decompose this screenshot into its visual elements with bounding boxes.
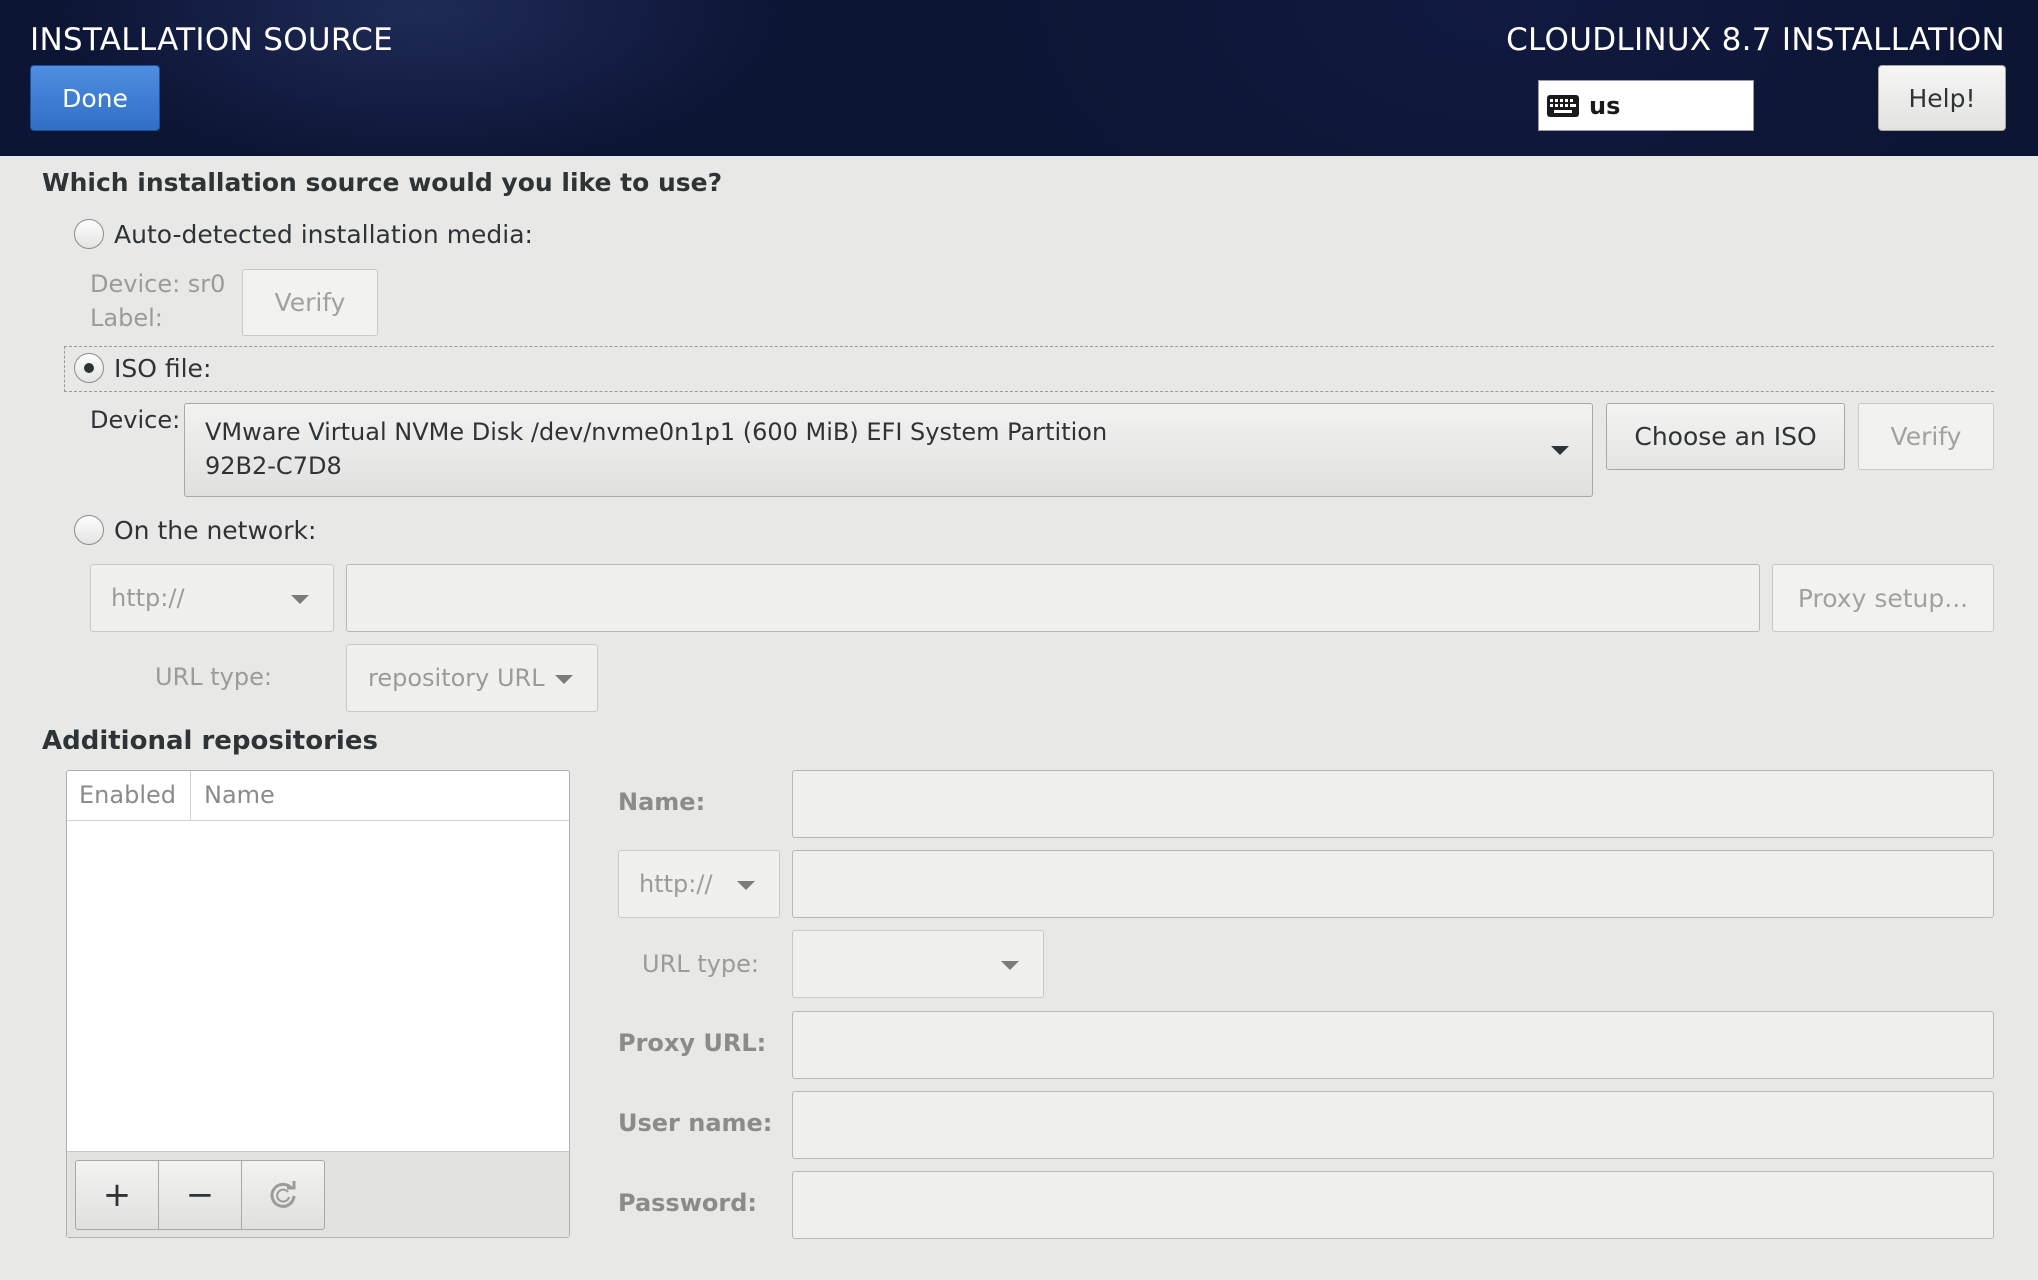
iso-device-line1: VMware Virtual NVMe Disk /dev/nvme0n1p1 … [205,418,1108,446]
add-repo-button[interactable]: + [75,1160,159,1230]
iso-device-dropdown[interactable]: VMware Virtual NVMe Disk /dev/nvme0n1p1 … [184,403,1593,497]
header-bar: INSTALLATION SOURCE CLOUDLINUX 8.7 INSTA… [0,0,2038,156]
auto-detected-label[interactable]: Auto-detected installation media: [114,220,533,249]
network-url-type-value: repository URL [368,664,545,692]
iso-file-label[interactable]: ISO file: [114,354,211,383]
plus-icon: + [102,1175,132,1215]
keyboard-layout-indicator[interactable]: us [1538,80,1754,131]
network-protocol-dropdown[interactable]: http:// [90,564,334,632]
chevron-down-icon [291,595,309,604]
proxy-url-input[interactable] [792,1011,1994,1079]
user-name-input[interactable] [792,1091,1994,1159]
iso-file-radio[interactable] [74,353,104,383]
repo-name-label: Name: [618,788,706,816]
network-radio[interactable] [74,515,104,545]
product-title: CLOUDLINUX 8.7 INSTALLATION [1506,22,2005,58]
iso-verify-button[interactable]: Verify [1858,403,1994,470]
iso-focus-frame [64,346,1994,392]
reset-repos-button[interactable] [241,1160,325,1230]
page-title: INSTALLATION SOURCE [30,22,394,58]
repo-list[interactable]: Enabled Name + − [66,770,570,1238]
done-button[interactable]: Done [30,65,160,131]
repo-url-type-label: URL type: [642,950,759,978]
repo-protocol-dropdown[interactable]: http:// [618,850,780,918]
additional-repos-heading: Additional repositories [42,726,378,756]
iso-device-label: Device: [90,406,181,434]
network-url-input[interactable] [346,564,1760,632]
column-name[interactable]: Name [204,781,275,809]
repo-url-input[interactable] [792,850,1994,918]
refresh-icon [270,1181,296,1208]
repo-name-input[interactable] [792,770,1994,838]
auto-verify-button[interactable]: Verify [242,269,378,336]
repo-toolbar: + − [67,1151,569,1237]
chevron-down-icon [1551,446,1569,455]
repo-protocol-value: http:// [639,870,713,898]
column-enabled[interactable]: Enabled [79,781,176,809]
help-button[interactable]: Help! [1878,65,2006,131]
password-label: Password: [618,1189,757,1217]
keyboard-icon [1547,94,1579,117]
network-url-type-label: URL type: [155,663,272,691]
iso-device-line2: 92B2-C7D8 [205,452,342,480]
network-url-type-dropdown[interactable]: repository URL [346,644,598,712]
password-input[interactable] [792,1171,1994,1239]
user-name-label: User name: [618,1109,773,1137]
network-protocol-value: http:// [111,584,185,612]
auto-detected-radio[interactable] [74,219,104,249]
auto-label-text: Label: [90,304,163,332]
column-separator [190,771,191,821]
proxy-url-label: Proxy URL: [618,1029,767,1057]
chevron-down-icon [737,881,755,890]
source-question: Which installation source would you like… [42,168,723,197]
minus-icon: − [185,1175,215,1215]
chevron-down-icon [555,675,573,684]
repo-list-header: Enabled Name [67,771,569,821]
proxy-setup-button[interactable]: Proxy setup... [1772,564,1994,632]
repo-url-type-dropdown[interactable] [792,930,1044,998]
auto-device-text: Device: sr0 [90,270,226,298]
remove-repo-button[interactable]: − [158,1160,242,1230]
chevron-down-icon [1001,961,1019,970]
choose-iso-button[interactable]: Choose an ISO [1606,403,1845,470]
network-label[interactable]: On the network: [114,516,316,545]
keyboard-layout-label: us [1589,91,1621,120]
